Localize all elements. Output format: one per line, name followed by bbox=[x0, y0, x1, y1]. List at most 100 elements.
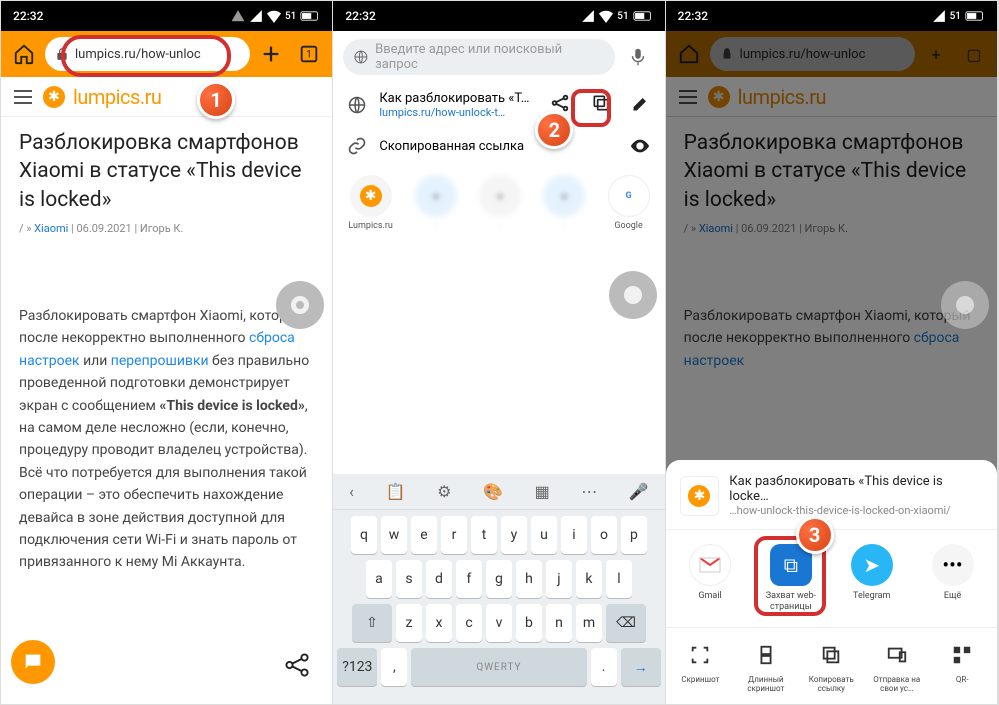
camera-fab-icon[interactable] bbox=[276, 281, 324, 329]
action-copy-link[interactable]: Копировать ссылку bbox=[801, 640, 861, 694]
clipboard-icon[interactable]: 📋 bbox=[386, 482, 406, 501]
key-r[interactable]: r bbox=[441, 516, 467, 554]
article: Разблокировка смартфонов Xiaomi в статус… bbox=[1, 117, 332, 586]
space-key[interactable]: QWERTY bbox=[411, 648, 586, 686]
article-meta: / » Xiaomi | 06.09.2021 | Игорь К. bbox=[19, 222, 314, 235]
edit-icon[interactable] bbox=[631, 93, 651, 117]
camera-fab-icon[interactable] bbox=[609, 271, 657, 319]
key-c[interactable]: c bbox=[456, 604, 482, 642]
article-title: Разблокировка смартфонов Xiaomi в статус… bbox=[19, 129, 314, 214]
share-icon[interactable] bbox=[282, 650, 312, 684]
eye-icon bbox=[629, 135, 651, 157]
site-tile[interactable]: ✱Lumpics.ru bbox=[348, 175, 393, 231]
quick-sites: ✱Lumpics.ru ●· ●· ●· GGoogle bbox=[333, 165, 664, 245]
key-k[interactable]: k bbox=[576, 560, 602, 598]
key-f[interactable]: f bbox=[456, 560, 482, 598]
tabs-icon[interactable]: 1 bbox=[292, 37, 326, 71]
status-time: 22:32 bbox=[13, 9, 43, 23]
site-tile[interactable]: GGoogle bbox=[608, 175, 650, 231]
screen-3: 22:32 51 lumpics.ru/how-unloc + ▢ ✱lumpi… bbox=[666, 1, 998, 704]
action-qr[interactable]: QR- bbox=[932, 640, 992, 694]
link-icon bbox=[347, 136, 367, 156]
search-input[interactable]: Введите адрес или поисковый запрос bbox=[343, 39, 614, 75]
key-i[interactable]: i bbox=[561, 516, 587, 554]
address-bar[interactable]: lumpics.ru/how-unloc bbox=[45, 37, 250, 71]
status-bar: 22:32 51 bbox=[333, 1, 664, 31]
site-header: ✱ lumpics.ru bbox=[1, 77, 332, 117]
chevron-left-icon[interactable]: ‹ bbox=[349, 482, 354, 501]
app-telegram[interactable]: ➤Telegram bbox=[840, 544, 904, 613]
more-icon[interactable]: ⋯ bbox=[581, 482, 597, 501]
status-bar: 22:32 51 bbox=[666, 1, 997, 31]
key-b[interactable]: b bbox=[516, 604, 542, 642]
gear-icon[interactable]: ⚙ bbox=[437, 482, 451, 501]
comma-key[interactable]: , bbox=[381, 648, 407, 686]
symbols-key[interactable]: ?123 bbox=[337, 648, 377, 686]
globe-icon bbox=[347, 95, 367, 115]
key-a[interactable]: a bbox=[366, 560, 392, 598]
chat-fab-icon[interactable] bbox=[11, 640, 55, 684]
copied-link-row[interactable]: Скопированная ссылка bbox=[333, 127, 664, 165]
key-u[interactable]: u bbox=[531, 516, 557, 554]
backspace-key[interactable]: ⌫ bbox=[606, 604, 646, 642]
status-icons: 51 bbox=[231, 9, 320, 23]
site-tile[interactable]: ●· bbox=[543, 175, 585, 231]
mic-icon[interactable]: 🎤 bbox=[629, 482, 649, 501]
key-g[interactable]: g bbox=[486, 560, 512, 598]
camera-fab-icon bbox=[941, 281, 989, 329]
action-long-screenshot[interactable]: Длинный скриншот bbox=[736, 640, 796, 694]
key-t[interactable]: t bbox=[471, 516, 497, 554]
new-tab-icon[interactable] bbox=[254, 37, 288, 71]
copy-icon[interactable] bbox=[591, 93, 611, 117]
palette-icon[interactable]: 🎨 bbox=[483, 482, 503, 501]
keyboard[interactable]: ‹ 📋 ⚙ 🎨 ▦ ⋯ 🎤 qwertyuiop asdfghjkl ⇧zxcv… bbox=[333, 474, 664, 704]
keyboard-toolbar: ‹ 📋 ⚙ 🎨 ▦ ⋯ 🎤 bbox=[333, 474, 664, 510]
search-placeholder: Введите адрес или поисковый запрос bbox=[375, 42, 605, 72]
key-o[interactable]: o bbox=[591, 516, 617, 554]
site-tile[interactable]: ●· bbox=[415, 175, 457, 231]
key-q[interactable]: q bbox=[351, 516, 377, 554]
current-page-row: Как разблокировать «T… lumpics.ru/how-un… bbox=[333, 83, 664, 127]
key-h[interactable]: h bbox=[516, 560, 542, 598]
key-v[interactable]: v bbox=[486, 604, 512, 642]
screen-2: 22:32 51 Введите адрес или поисковый зап… bbox=[333, 1, 665, 704]
key-d[interactable]: d bbox=[426, 560, 452, 598]
url-text: lumpics.ru/how-unloc bbox=[75, 47, 201, 62]
key-n[interactable]: n bbox=[546, 604, 572, 642]
go-key[interactable]: → bbox=[621, 648, 661, 686]
key-z[interactable]: z bbox=[396, 604, 422, 642]
mic-icon[interactable] bbox=[621, 40, 655, 74]
key-y[interactable]: y bbox=[501, 516, 527, 554]
image-icon[interactable]: ▦ bbox=[535, 482, 550, 501]
key-s[interactable]: s bbox=[396, 560, 422, 598]
shift-key[interactable]: ⇧ bbox=[352, 604, 392, 642]
browser-toolbar: lumpics.ru/how-unloc 1 bbox=[1, 31, 332, 77]
share-sheet: ✱ Как разблокировать «This device is loc… bbox=[666, 460, 997, 704]
screen-1: 22:32 51 lumpics.ru/how-unloc 1 1 ✱ lump… bbox=[1, 1, 333, 704]
key-m[interactable]: m bbox=[576, 604, 602, 642]
share-apps: Gmail ⧉Захват web-страницы ➤Telegram •••… bbox=[666, 530, 997, 628]
hamburger-icon[interactable] bbox=[11, 85, 35, 109]
action-send-devices[interactable]: Отправка на свои ус… bbox=[867, 640, 927, 694]
article-body: Разблокировать смартфон Xiaomi, который … bbox=[19, 305, 314, 574]
callout-3: 3 bbox=[796, 516, 834, 554]
home-icon[interactable] bbox=[7, 37, 41, 71]
period-key[interactable]: . bbox=[591, 648, 617, 686]
share-sheet-header: ✱ Как разблокировать «This device is loc… bbox=[666, 474, 997, 530]
site-logo-text: lumpics.ru bbox=[73, 85, 161, 109]
page-url-text: lumpics.ru/how-unlock-t… bbox=[379, 106, 536, 119]
site-tile[interactable]: ●· bbox=[479, 175, 521, 231]
key-j[interactable]: j bbox=[546, 560, 572, 598]
key-x[interactable]: x bbox=[426, 604, 452, 642]
action-screenshot[interactable]: Скриншот bbox=[670, 640, 730, 694]
key-p[interactable]: p bbox=[621, 516, 647, 554]
app-gmail[interactable]: Gmail bbox=[678, 544, 742, 613]
key-e[interactable]: e bbox=[411, 516, 437, 554]
key-w[interactable]: w bbox=[381, 516, 407, 554]
app-more[interactable]: •••Ещё bbox=[921, 544, 985, 613]
key-l[interactable]: l bbox=[606, 560, 632, 598]
status-bar: 22:32 51 bbox=[1, 1, 332, 31]
app-web-capture[interactable]: ⧉Захват web-страницы bbox=[759, 544, 823, 613]
globe-icon bbox=[353, 49, 369, 65]
page-title-text: Как разблокировать «T… bbox=[379, 91, 536, 106]
